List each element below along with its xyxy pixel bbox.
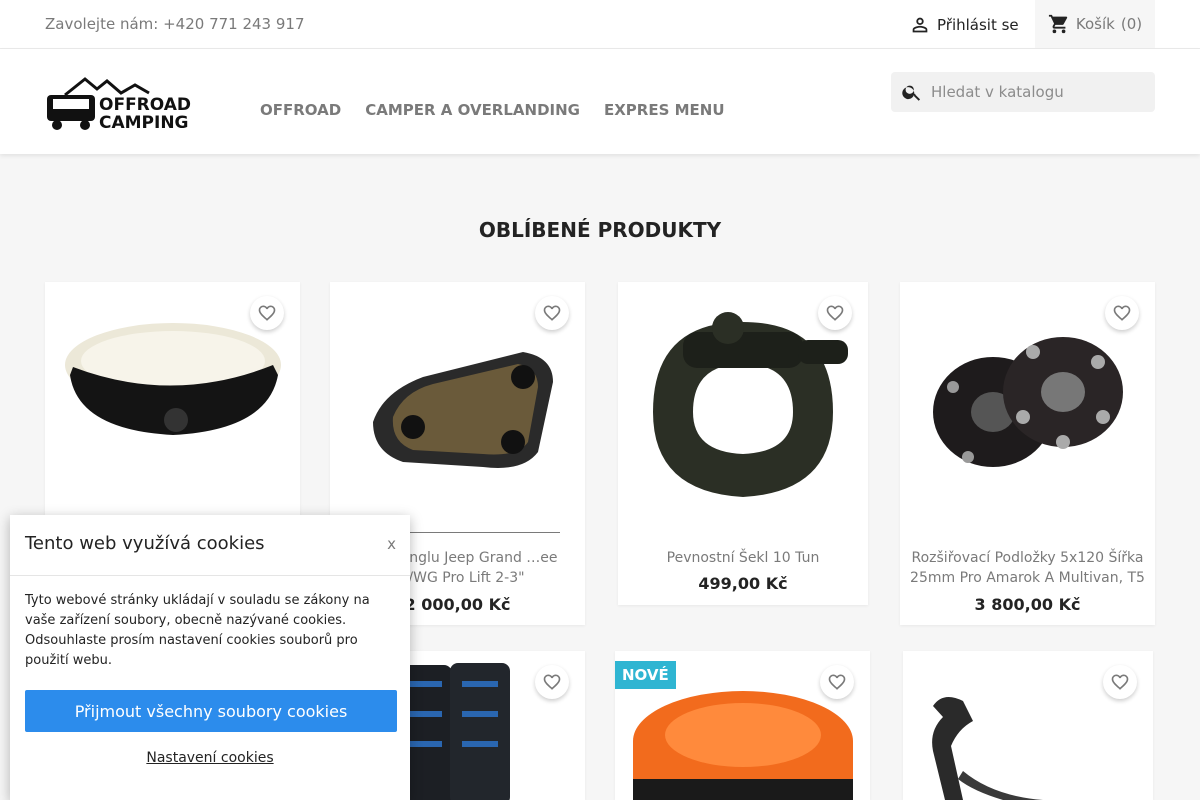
nav-item-expres-menu[interactable]: EXPRES MENU bbox=[604, 101, 725, 119]
cart-label: Košík bbox=[1075, 15, 1115, 33]
heart-outline-icon bbox=[543, 305, 561, 321]
wishlist-button[interactable] bbox=[818, 296, 852, 330]
product-name[interactable]: Rozšiřovací Podložky 5x120 Šířka 25mm Pr… bbox=[910, 548, 1145, 588]
search-box bbox=[891, 72, 1155, 112]
cookie-settings-link[interactable]: Nastavení cookies bbox=[10, 750, 410, 766]
heart-outline-icon bbox=[828, 674, 846, 690]
logo-graphic: OFFROAD CAMPING bbox=[47, 77, 191, 133]
main-nav: OFFROAD CAMPER A OVERLANDING EXPRES MENU bbox=[260, 101, 725, 119]
product-price: 499,00 Kč bbox=[698, 574, 788, 593]
product-card-wheel-spacers[interactable]: Rozšiřovací Podložky 5x120 Šířka 25mm Pr… bbox=[900, 282, 1155, 625]
logo-text-top: OFFROAD bbox=[99, 95, 191, 115]
cart-count: (0) bbox=[1120, 15, 1143, 33]
product-name[interactable]: Pevnostní Šekl 10 Tun bbox=[628, 548, 858, 568]
cookie-dialog: Tento web využívá cookies x Tyto webové … bbox=[10, 515, 410, 800]
wishlist-button[interactable] bbox=[820, 665, 854, 699]
heart-outline-icon bbox=[1113, 305, 1131, 321]
cookie-divider bbox=[10, 575, 410, 576]
heart-outline-icon bbox=[543, 674, 561, 690]
bracket-image bbox=[372, 352, 553, 468]
contact-phone: Zavolejte nám: +420 771 243 917 bbox=[45, 15, 305, 33]
section-title: OBLÍBENÉ PRODUKTY bbox=[478, 218, 722, 242]
product-price: 3 800,00 Kč bbox=[974, 595, 1081, 614]
heart-outline-icon bbox=[826, 305, 844, 321]
product-card-winch-rope[interactable]: NOVÉ bbox=[615, 651, 870, 800]
wishlist-button[interactable] bbox=[535, 296, 569, 330]
wishlist-button[interactable] bbox=[250, 296, 284, 330]
product-card-shackle[interactable]: Pevnostní Šekl 10 Tun 499,00 Kč bbox=[618, 282, 868, 605]
wishlist-button[interactable] bbox=[535, 665, 569, 699]
cart-icon bbox=[1048, 14, 1068, 34]
search-icon[interactable] bbox=[901, 81, 923, 103]
heart-outline-icon bbox=[1111, 674, 1129, 690]
heart-outline-icon bbox=[258, 305, 276, 321]
logo-text-bottom: CAMPING bbox=[99, 113, 189, 133]
accept-all-cookies-button[interactable]: Přijmout všechny soubory cookies bbox=[25, 690, 397, 732]
nav-item-camper[interactable]: CAMPER A OVERLANDING bbox=[365, 101, 580, 119]
cart-button[interactable]: Košík (0) bbox=[1035, 0, 1155, 48]
new-badge: NOVÉ bbox=[615, 661, 676, 689]
user-icon bbox=[912, 17, 928, 33]
signin-label: Přihlásit se bbox=[937, 16, 1019, 34]
cookie-close-button[interactable]: x bbox=[387, 535, 396, 553]
cookie-body-text: Tyto webové stránky ukládají v souladu s… bbox=[25, 593, 370, 668]
top-bar: Zavolejte nám: +420 771 243 917 Přihlási… bbox=[0, 0, 1200, 49]
wishlist-button[interactable] bbox=[1103, 665, 1137, 699]
site-logo[interactable]: OFFROAD CAMPING bbox=[45, 73, 203, 133]
wheel-spacers-image bbox=[932, 337, 1123, 467]
search-input[interactable] bbox=[931, 83, 1151, 101]
tow-strap-image bbox=[64, 323, 281, 435]
nav-item-offroad[interactable]: OFFROAD bbox=[260, 101, 341, 119]
signin-link[interactable]: Přihlásit se bbox=[909, 13, 1019, 37]
main-header: OFFROAD CAMPING OFFROAD CAMPER A OVERLAN… bbox=[0, 49, 1200, 154]
product-card-snorkel[interactable] bbox=[903, 651, 1153, 800]
cookie-title: Tento web využívá cookies bbox=[25, 533, 265, 554]
wishlist-button[interactable] bbox=[1105, 296, 1139, 330]
